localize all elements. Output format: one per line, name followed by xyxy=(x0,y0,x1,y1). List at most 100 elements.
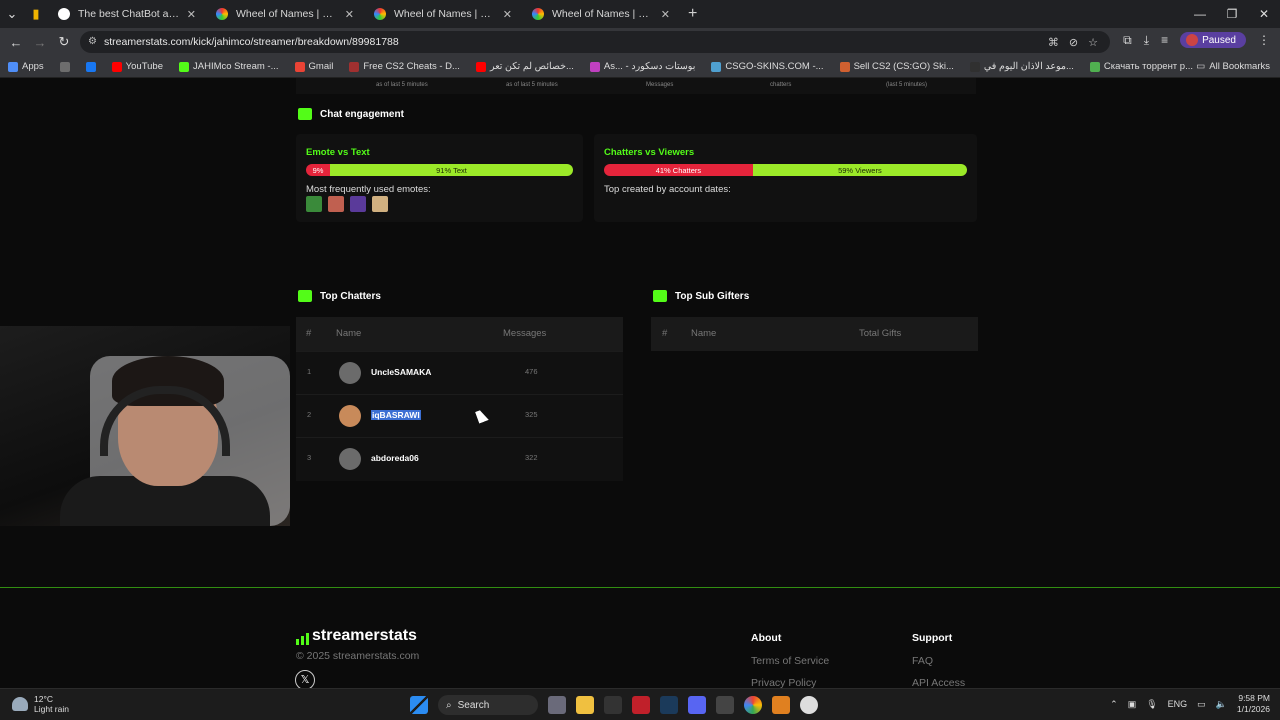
footer-about: About Terms of Service Privacy Policy xyxy=(751,632,829,688)
emote-image xyxy=(306,196,322,212)
chatters-segment: 41% Chatters xyxy=(604,164,753,176)
chevron-up-icon[interactable]: ⌃ xyxy=(1110,699,1118,710)
clock[interactable]: 9:58 PM 1/1/2026 xyxy=(1237,693,1270,715)
close-tab-icon[interactable]: ✕ xyxy=(345,8,354,21)
chatters-viewers-bar: 41% Chatters 59% Viewers xyxy=(604,164,967,176)
close-tab-icon[interactable]: ✕ xyxy=(661,8,670,21)
streamerstats-logo[interactable]: streamerstats xyxy=(296,627,417,645)
close-tab-icon[interactable]: ✕ xyxy=(503,8,512,21)
bookmark-label: As... - بوستات دسكورد xyxy=(603,61,696,72)
address-bar[interactable]: ⚙ streamerstats.com/kick/jahimco/streame… xyxy=(80,31,1110,53)
privacy-link[interactable]: Privacy Policy xyxy=(751,677,829,688)
text-segment: 91% Text xyxy=(330,164,573,176)
tab-search-icon[interactable]: ⌄ xyxy=(0,6,24,22)
app-icon[interactable] xyxy=(716,696,734,714)
terms-link[interactable]: Terms of Service xyxy=(751,655,829,667)
chatter-name[interactable]: iqBASRAWI xyxy=(371,410,421,420)
windows-start-icon[interactable] xyxy=(410,696,428,714)
task-view-icon[interactable] xyxy=(548,696,566,714)
close-window-icon[interactable]: ✕ xyxy=(1248,0,1280,28)
bookmark-label: خصائص لم تكن تعر... xyxy=(489,61,574,72)
language-indicator[interactable]: ENG xyxy=(1168,699,1188,709)
x-social-icon[interactable]: 𝕏 xyxy=(295,670,315,688)
settings-icon[interactable] xyxy=(800,696,818,714)
bookmark-item[interactable]: Free CS2 Cheats - D... xyxy=(349,61,460,72)
volume-icon[interactable]: 🔈 xyxy=(1216,699,1227,710)
menu-icon[interactable]: ⋮ xyxy=(1258,33,1270,47)
tab-title: Wheel of Names | سم العشوائي xyxy=(236,8,339,20)
browser-tab-wheel-1[interactable]: Wheel of Names | سم العشوائي ✕ xyxy=(206,0,364,28)
footer-support: Support FAQ API Access xyxy=(912,632,965,688)
app-icon[interactable] xyxy=(604,696,622,714)
browser-tab-wheel-2[interactable]: Wheel of Names | سم العشوائي ✕ xyxy=(364,0,522,28)
about-heading: About xyxy=(751,632,782,644)
bookmark-favicon-icon xyxy=(179,61,189,72)
minimize-icon[interactable]: — xyxy=(1184,0,1216,28)
tray-app-icon[interactable]: ▣ xyxy=(1128,699,1137,710)
media-icon[interactable]: ≡ xyxy=(1161,33,1168,47)
network-icon[interactable]: ▭ xyxy=(1197,699,1206,710)
bookmark-item[interactable] xyxy=(85,61,96,72)
section-title: Top Sub Gifters xyxy=(675,290,750,302)
stats-strip: as of last 5 minutes as of last 5 minute… xyxy=(296,78,976,94)
close-tab-icon[interactable]: ✕ xyxy=(187,8,196,21)
taskbar-search[interactable]: ⌕ Search xyxy=(438,695,538,715)
eye-off-icon[interactable]: ⊘ xyxy=(1069,36,1078,49)
bookmark-item[interactable] xyxy=(59,61,70,72)
extensions-icon[interactable]: ⧉ xyxy=(1123,33,1132,48)
faq-link[interactable]: FAQ xyxy=(912,655,965,667)
new-tab-icon[interactable]: + xyxy=(688,5,697,23)
bookmark-favicon-icon xyxy=(8,61,18,72)
chatter-name[interactable]: UncleSAMAKA xyxy=(371,367,431,377)
bookmark-item[interactable]: CSGO-SKINS.COM -... xyxy=(711,61,824,72)
discord-icon[interactable] xyxy=(688,696,706,714)
bookmark-item[interactable]: موعد الاذان اليوم في... xyxy=(969,61,1074,72)
app-icon[interactable] xyxy=(772,696,790,714)
bookmark-item[interactable]: Gmail xyxy=(294,61,333,72)
steam-icon[interactable] xyxy=(660,696,678,714)
top-sub-gifters-heading: Top Sub Gifters xyxy=(653,290,749,302)
card-title: Emote vs Text xyxy=(306,147,370,158)
webcam-overlay xyxy=(0,326,290,526)
bookmark-favicon-icon xyxy=(839,61,850,72)
table-row[interactable]: 3 abdoreda06 322 xyxy=(296,437,623,480)
bookmark-item[interactable]: As... - بوستات دسكورد xyxy=(589,61,696,72)
bookmark-star-icon[interactable]: ☆ xyxy=(1088,36,1098,49)
table-row[interactable]: 1 UncleSAMAKA 476 xyxy=(296,351,623,394)
all-bookmarks[interactable]: ▭ All Bookmarks xyxy=(1196,61,1270,72)
site-info-icon[interactable]: ⚙ xyxy=(88,36,97,47)
chatter-name[interactable]: abdoreda06 xyxy=(371,453,419,463)
bookmark-item[interactable]: خصائص لم تكن تعر... xyxy=(475,61,574,72)
translate-icon[interactable]: ⌘ xyxy=(1048,36,1059,49)
downloads-icon[interactable]: ⤓ xyxy=(1144,33,1149,48)
chrome-icon[interactable] xyxy=(744,696,762,714)
search-icon: ⌕ xyxy=(446,699,452,711)
table-header: # Name Messages xyxy=(296,317,623,351)
bookmark-item[interactable]: YouTube xyxy=(111,61,163,72)
bookmark-item[interactable]: JAHIMco Stream -... xyxy=(179,61,279,72)
file-explorer-icon[interactable] xyxy=(576,696,594,714)
reload-icon[interactable]: ↻ xyxy=(52,34,76,50)
forward-icon[interactable]: → xyxy=(28,35,52,50)
browser-tab-chatbot[interactable]: The best ChatBot and Widgets ✕ xyxy=(48,0,206,28)
microphone-icon[interactable]: 🎙 xyxy=(1146,699,1157,710)
weather-widget[interactable]: 12°C Light rain xyxy=(12,694,69,714)
browser-tab-wheel-3[interactable]: Wheel of Names | سم العشوائي ✕ xyxy=(522,0,680,28)
chatbot-favicon-icon xyxy=(58,8,70,20)
app-icon[interactable] xyxy=(632,696,650,714)
all-bookmarks-label: All Bookmarks xyxy=(1209,61,1270,72)
bookmark-item[interactable]: Apps xyxy=(8,61,44,72)
browser-tab-strip: ⌄ ▮ The best ChatBot and Widgets ✕ Wheel… xyxy=(0,0,1280,28)
table-row[interactable]: 2 iqBASRAWI 325 xyxy=(296,394,623,437)
account-dates-label: Top created by account dates: xyxy=(604,184,731,195)
system-tray: ⌃ ▣ 🎙 ENG ▭ 🔈 9:58 PM 1/1/2026 xyxy=(1110,693,1270,715)
api-access-link[interactable]: API Access xyxy=(912,677,965,688)
back-icon[interactable]: ← xyxy=(4,35,28,50)
bookmark-item[interactable]: Sell CS2 (CS:GO) Ski... xyxy=(839,61,954,72)
users-icon xyxy=(653,290,667,302)
profile-button[interactable]: Paused xyxy=(1180,32,1246,48)
restore-icon[interactable]: ❐ xyxy=(1216,0,1248,28)
bookmark-item[interactable]: Скачать торрент р... xyxy=(1089,61,1193,72)
streamerstats-tab-icon[interactable]: ▮ xyxy=(24,6,48,22)
wheel-favicon-icon xyxy=(532,8,544,20)
